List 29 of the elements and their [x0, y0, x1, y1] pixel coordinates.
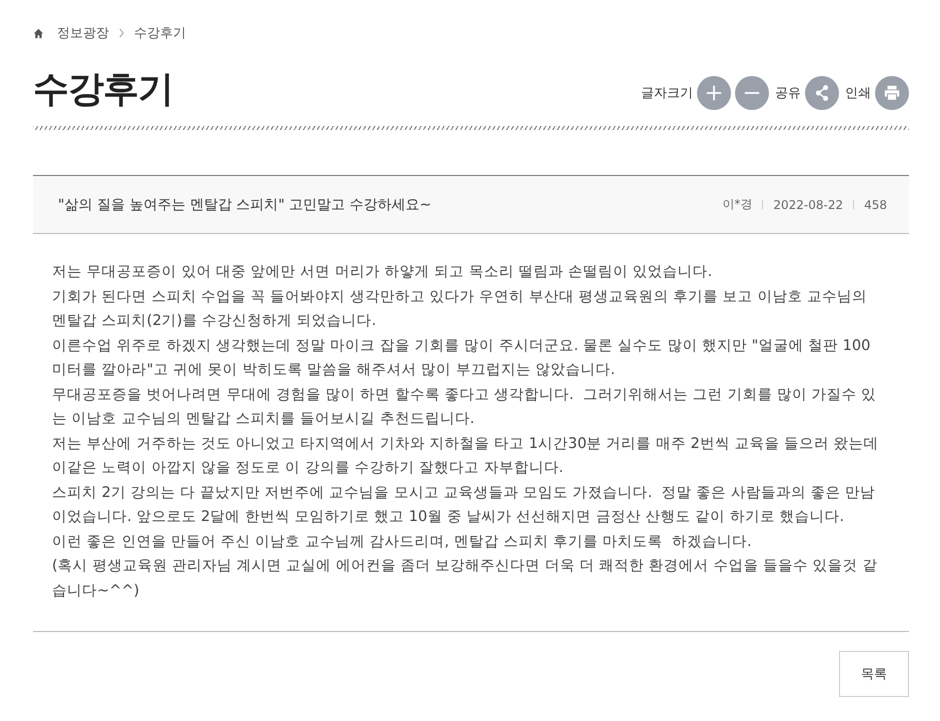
post-paragraph: (혹시 평생교육원 관리자님 계시면 교실에 에어컨을 좀더 보강해주신다면 더욱 더 쾌적한 환경에서 수업을 들을수 있을것 같습니다~^^) — [52, 556, 878, 600]
post-paragraph: 스피치 2기 강의는 다 끝났지만 저번주에 교수님을 모시고 교육생들과 모임도 가졌습니다. 정말 좋은 사람들과의 좋은 만남이었습니다. 앞으로도 2달에 한번씩 모임하기로 했고 10월 중 날씨가 선선해지면 금정산 산행도 같이 하기로 했습니다. — [52, 482, 876, 527]
post-title: "삶의 질을 높여주는 멘탈갑 스피치" 고민말고 수강하세요~ — [58, 196, 432, 214]
plus-icon — [705, 84, 723, 102]
list-button[interactable]: 목록 — [839, 651, 909, 697]
post-author: 이*경 — [722, 196, 752, 213]
share-icon — [813, 84, 831, 102]
breadcrumb-link[interactable]: 수강후기 — [134, 24, 186, 42]
print-button[interactable] — [875, 76, 909, 110]
post-paragraph: 이런 좋은 인연을 만들어 주신 이남호 교수님께 감사드리며, 멘탈갑 스피치 후기를 마치도록 하겠습니다. — [52, 532, 753, 552]
breadcrumb-link[interactable]: 정보광장 — [57, 24, 109, 42]
post-paragraph: 기회가 된다면 스피치 수업을 꼭 들어봐야지 생각만하고 있다가 우연히 부산대 평생교육원의 후기를 보고 이남호 교수님의 멘탈갑 스피치(2기)를 수강신청하게 되었습니다. — [52, 286, 868, 331]
home-icon[interactable] — [33, 28, 44, 38]
chevron-icon — [118, 28, 125, 38]
post-paragraph: 무대공포증을 벗어나려면 무대에 경험을 많이 하면 할수록 좋다고 생각합니다. 그러기위해서는 그런 기회를 많이 가질수 있는 이남호 교수님의 멘탈갑 스피치를 들어보시길 추천드립니다. — [52, 384, 878, 429]
tool-label: 공유 — [775, 85, 801, 102]
post-paragraph: 저는 부산에 거주하는 것도 아니었고 타지역에서 기차와 지하철을 타고 1시간30분 거리를 매주 2번씩 교육을 들으러 왔는데 이같은 노력이 아깝지 않을 정도로 이 강의를 수강하기 잘했다고 자부합니다. — [52, 434, 880, 478]
font-decrease-button[interactable] — [735, 76, 769, 110]
post-paragraph: 저는 무대공포증이 있어 대중 앞에만 서면 머리가 하얗게 되고 목소리 떨림과 손떨림이 있었습니다. — [52, 262, 714, 282]
printer-icon — [883, 84, 901, 102]
page-title: 수강후기 — [33, 68, 173, 112]
post-date: 2022-08-22 — [773, 198, 844, 212]
font-increase-button[interactable] — [697, 76, 731, 110]
tool-label: 글자크기 — [641, 85, 693, 102]
share-button[interactable] — [805, 76, 839, 110]
post-paragraph: 이른수업 위주로 하겠지 생각했는데 정말 마이크 잡을 기회를 많이 주시더군요. 물론 실수도 많이 했지만 "얼굴에 철판 100미터를 깔아라"고 귀에 못이 박히도록 말씀을 해주셔서 많이 부끄럽지는 않았습니다. — [52, 336, 872, 380]
tool-label: 인쇄 — [845, 85, 871, 102]
view-count: 458 — [864, 198, 887, 212]
minus-icon — [743, 92, 761, 94]
